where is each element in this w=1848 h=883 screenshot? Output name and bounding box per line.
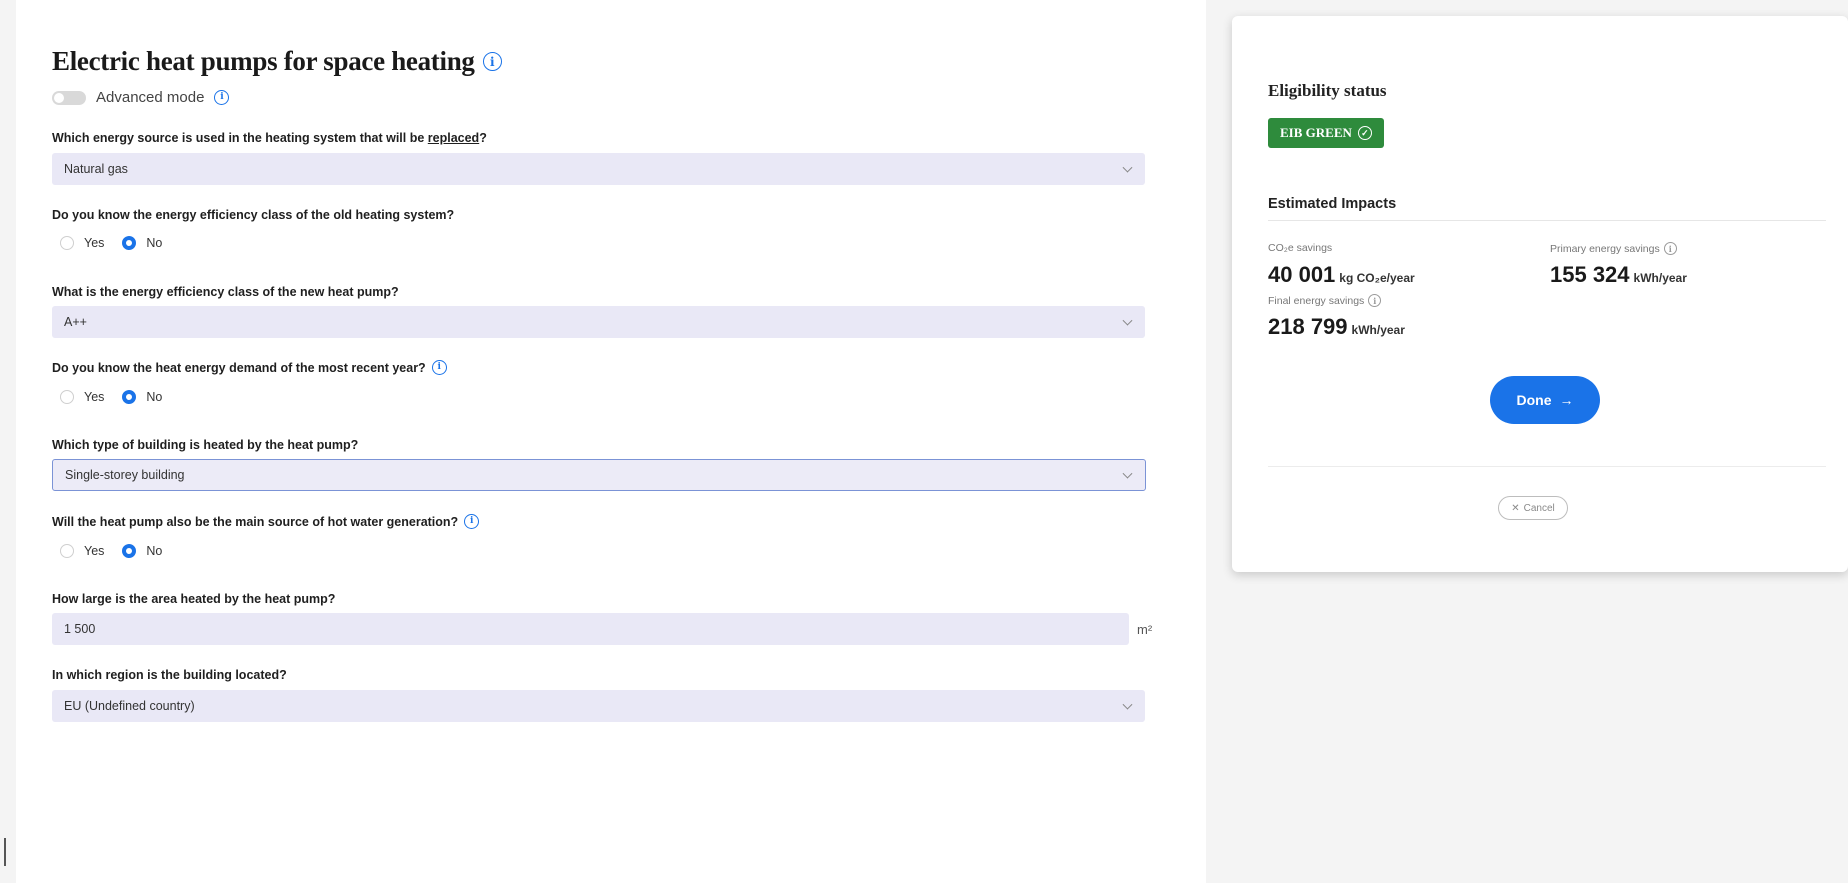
replaced-link[interactable]: replaced — [428, 131, 479, 145]
chevron-down-icon — [1122, 699, 1133, 710]
radio-no-label: No — [146, 390, 163, 404]
radio-group-old-efficiency: Yes No — [60, 236, 180, 250]
question-label: Do you know the heat energy demand of th… — [52, 360, 426, 375]
question-hot-water: Will the heat pump also be the main sour… — [52, 514, 480, 529]
energy-source-select[interactable]: Natural gas — [52, 153, 1145, 185]
question-label: What is the energy efficiency class of t… — [52, 285, 399, 299]
info-icon[interactable]: i — [1368, 294, 1382, 307]
info-icon[interactable]: i — [464, 514, 480, 529]
final-energy-value: 218 799 kWh/year — [1268, 314, 1405, 340]
chevron-down-icon — [1122, 315, 1133, 326]
radio-group-heat-demand: Yes No — [60, 390, 180, 404]
text-cursor — [4, 838, 6, 866]
question-energy-source: Which energy source is used in the heati… — [52, 131, 487, 145]
cancel-label: Cancel — [1523, 502, 1555, 514]
question-label-end: ? — [479, 131, 487, 145]
arrow-right-icon: → — [1559, 392, 1574, 408]
radio-no-label: No — [146, 236, 163, 250]
info-icon[interactable]: i — [1663, 242, 1677, 255]
primary-energy-label: Primary energy savings i — [1550, 242, 1677, 255]
select-value: Single-storey building — [65, 468, 185, 482]
cancel-button[interactable]: ✕ Cancel — [1498, 496, 1568, 520]
primary-label-text: Primary energy savings — [1550, 242, 1660, 255]
question-building-type: Which type of building is heated by the … — [52, 438, 358, 452]
info-icon[interactable]: i — [482, 52, 502, 71]
page-title-text: Electric heat pumps for space heating — [52, 46, 475, 76]
question-heat-demand-known: Do you know the heat energy demand of th… — [52, 360, 447, 375]
radio-no[interactable] — [122, 236, 137, 250]
area-unit: m² — [1137, 622, 1153, 637]
advanced-mode-label: Advanced mode — [96, 89, 205, 106]
final-label-text: Final energy savings — [1268, 294, 1365, 307]
question-label: Which energy source is used in the heati… — [52, 131, 487, 145]
result-card: Eligibility status EIB GREEN ✓ Estimated… — [1232, 16, 1848, 572]
question-label: In which region is the building located? — [52, 668, 287, 682]
final-value-number: 218 799 — [1268, 314, 1348, 339]
divider — [1268, 466, 1826, 467]
question-label: How large is the area heated by the heat… — [52, 592, 336, 606]
radio-yes-label: Yes — [84, 236, 105, 250]
impacts-title: Estimated Impacts — [1268, 196, 1826, 221]
co2-savings-label: CO₂e savings — [1268, 242, 1332, 254]
eligibility-title: Eligibility status — [1268, 81, 1387, 100]
question-new-efficiency: What is the energy efficiency class of t… — [52, 285, 399, 299]
heated-area-input[interactable]: 1 500 — [52, 613, 1129, 645]
select-value: EU (Undefined country) — [64, 699, 195, 713]
co2-savings-value: 40 001 kg CO₂e/year — [1268, 262, 1415, 288]
select-value: A++ — [64, 315, 87, 329]
radio-no-label: No — [146, 544, 163, 558]
radio-yes-label: Yes — [84, 390, 105, 404]
efficiency-class-select[interactable]: A++ — [52, 306, 1145, 338]
building-type-select[interactable]: Single-storey building — [52, 459, 1146, 491]
info-icon[interactable]: i — [431, 360, 447, 375]
final-unit: kWh/year — [1351, 323, 1405, 337]
co2-unit: kg CO₂e/year — [1339, 271, 1415, 285]
question-label: Which type of building is heated by the … — [52, 438, 359, 452]
question-label: Do you know the energy efficiency class … — [52, 208, 455, 222]
radio-group-hot-water: Yes No — [60, 544, 180, 558]
radio-yes[interactable] — [60, 390, 74, 404]
radio-yes-label: Yes — [84, 544, 105, 558]
radio-yes[interactable] — [60, 236, 74, 250]
co2-value-number: 40 001 — [1268, 262, 1336, 287]
co2-label-text: CO₂e savings — [1268, 242, 1333, 254]
radio-yes[interactable] — [60, 544, 74, 558]
primary-value-number: 155 324 — [1550, 262, 1630, 287]
info-icon[interactable]: i — [214, 90, 230, 105]
advanced-mode-toggle[interactable] — [52, 90, 86, 105]
advanced-mode-row: Advanced mode i — [52, 89, 230, 106]
input-value: 1 500 — [64, 622, 96, 636]
badge-text: EIB GREEN — [1280, 125, 1352, 140]
chevron-down-icon — [1122, 468, 1133, 479]
done-button[interactable]: Done → — [1490, 376, 1600, 424]
question-heated-area: How large is the area heated by the heat… — [52, 592, 335, 606]
primary-unit: kWh/year — [1633, 271, 1687, 285]
select-value: Natural gas — [64, 162, 128, 176]
radio-no[interactable] — [122, 544, 137, 558]
primary-energy-value: 155 324 kWh/year — [1550, 262, 1687, 288]
question-region: In which region is the building located? — [52, 668, 287, 682]
page-title: Electric heat pumps for space heating i — [52, 46, 502, 77]
close-icon: ✕ — [1511, 502, 1520, 514]
question-old-efficiency-known: Do you know the energy efficiency class … — [52, 208, 454, 222]
region-select[interactable]: EU (Undefined country) — [52, 690, 1145, 722]
done-label: Done — [1516, 392, 1552, 408]
chevron-down-icon — [1122, 162, 1133, 173]
question-label: Will the heat pump also be the main sour… — [52, 514, 459, 529]
check-circle-icon: ✓ — [1357, 126, 1372, 140]
final-energy-label: Final energy savings i — [1268, 294, 1382, 307]
question-label-start: Which energy source is used in the heati… — [52, 131, 428, 145]
radio-no[interactable] — [122, 390, 137, 404]
eligibility-badge: EIB GREEN ✓ — [1268, 118, 1384, 148]
